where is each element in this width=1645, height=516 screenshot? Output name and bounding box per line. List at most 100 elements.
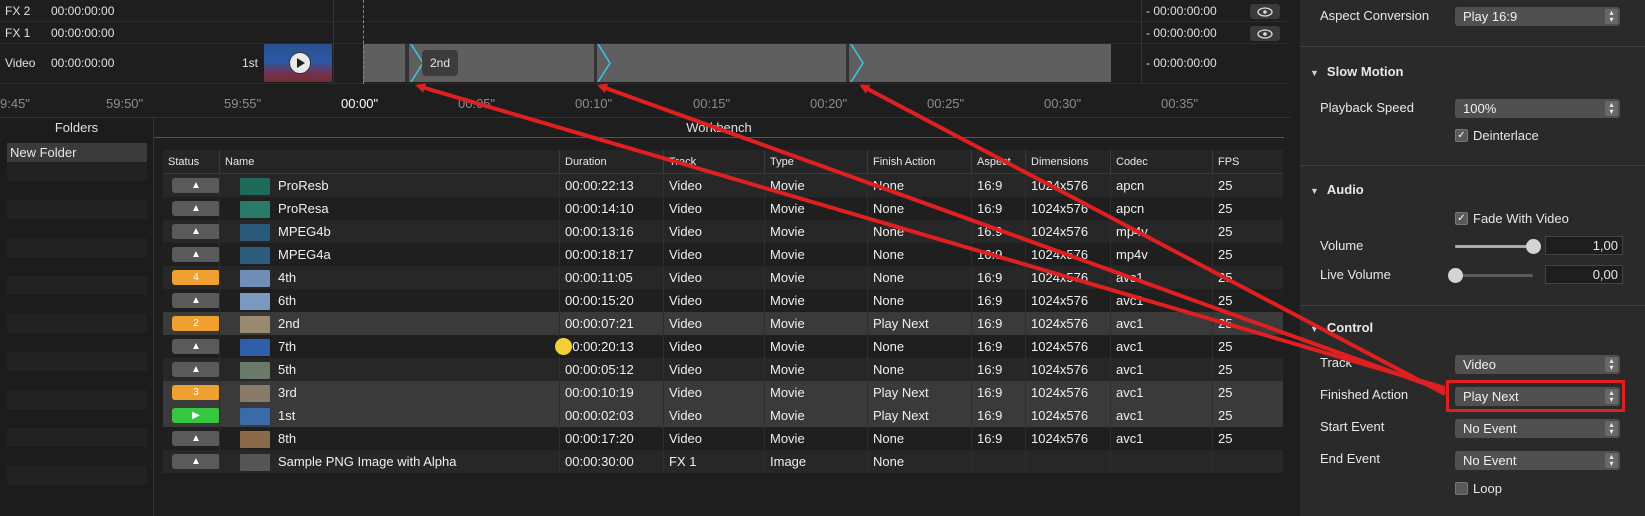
column-header-fps[interactable]: FPS xyxy=(1213,150,1283,173)
eye-icon[interactable] xyxy=(1250,26,1280,41)
status-button[interactable]: 4 xyxy=(172,270,219,285)
volume-slider[interactable] xyxy=(1455,239,1541,254)
volume-slider-knob[interactable] xyxy=(1526,239,1541,254)
start-event-popup[interactable]: No Event ▴ ▾ xyxy=(1455,419,1620,438)
duration-cell: 00:00:30:00 xyxy=(560,450,664,473)
table-row[interactable]: 3 3rd 00:00:10:19 Video Movie Play Next 16:9 10… xyxy=(163,381,1283,404)
folder-empty-row xyxy=(7,371,147,390)
cue-marker-icon[interactable] xyxy=(596,43,612,83)
loop-checkbox[interactable] xyxy=(1455,482,1468,495)
aspect-cell: 16:9 xyxy=(972,289,1026,312)
status-button[interactable]: 3 xyxy=(172,385,219,400)
media-name: 8th xyxy=(278,431,297,446)
disclosure-triangle-icon[interactable]: ▼ xyxy=(1310,186,1319,196)
column-header-track[interactable]: Track xyxy=(664,150,765,173)
type-cell: Movie xyxy=(765,174,868,197)
deinterlace-checkbox[interactable]: ✓ xyxy=(1455,129,1468,142)
name-cell: 5th xyxy=(220,358,560,381)
table-row[interactable]: ▶ 1st 00:00:02:03 Video Movie Play Next 16:9 10… xyxy=(163,404,1283,427)
name-cell: 7th xyxy=(220,335,560,358)
aspect-cell: 16:9 xyxy=(972,335,1026,358)
table-row[interactable]: ▲ 7th 00:00:20:13 Video Movie None 16:9 1024x57… xyxy=(163,335,1283,358)
section-control[interactable]: ▼ Control xyxy=(1310,320,1373,335)
column-header-name[interactable]: Name xyxy=(220,150,560,173)
table-row[interactable]: ▲ MPEG4a 00:00:18:17 Video Movie None 16:9 1024… xyxy=(163,243,1283,266)
status-cell: ▲ xyxy=(163,358,220,381)
codec-cell: avc1 xyxy=(1111,381,1213,404)
column-header-finish-action[interactable]: Finish Action xyxy=(868,150,972,173)
timeline-clip-bar[interactable] xyxy=(363,44,1111,82)
column-header-type[interactable]: Type xyxy=(765,150,868,173)
track-cell: Video xyxy=(664,266,765,289)
ruler-tick-label: 00:35" xyxy=(1161,96,1199,111)
table-row[interactable]: ▲ Sample PNG Image with Alpha 00:00:30:00 F… xyxy=(163,450,1283,473)
fps-cell: 25 xyxy=(1218,316,1233,331)
status-button[interactable]: ▲ xyxy=(172,293,219,308)
column-header-codec[interactable]: Codec xyxy=(1111,150,1213,173)
playback-speed-popup[interactable]: 100% ▴ ▾ xyxy=(1455,99,1620,118)
end-event-popup[interactable]: No Event ▴ ▾ xyxy=(1455,451,1620,470)
track-end-timecode: - 00:00:00:00 xyxy=(1146,26,1217,40)
media-name: Sample PNG Image with Alpha xyxy=(278,454,457,469)
live-volume-field[interactable]: 0,00 xyxy=(1545,265,1623,284)
table-row[interactable]: ▲ ProResb 00:00:22:13 Video Movie None 16:9 102… xyxy=(163,174,1283,197)
media-name: 7th xyxy=(278,339,297,354)
folder-item[interactable]: New Folder xyxy=(7,143,147,162)
folder-empty-row xyxy=(7,276,147,295)
column-header-duration[interactable]: Duration xyxy=(560,150,664,173)
table-row[interactable]: ▲ MPEG4b 00:00:13:16 Video Movie None 16:9 1024… xyxy=(163,220,1283,243)
codec-cell: avc1 xyxy=(1111,335,1213,358)
table-row[interactable]: ▲ 8th 00:00:17:20 Video Movie None 16:9 1024x57… xyxy=(163,427,1283,450)
track-popup[interactable]: Video ▴ ▾ xyxy=(1455,355,1620,374)
status-button[interactable]: ▲ xyxy=(172,339,219,354)
aspect-cell xyxy=(972,450,1026,473)
live-volume-slider-knob[interactable] xyxy=(1448,268,1463,283)
media-thumbnail xyxy=(240,362,270,380)
aspect-cell: 16:9 xyxy=(972,197,1026,220)
status-button[interactable]: ▲ xyxy=(172,201,219,216)
column-header-aspect[interactable]: Aspect xyxy=(972,150,1026,173)
status-button[interactable]: ▲ xyxy=(172,454,219,469)
media-name: 2nd xyxy=(278,316,300,331)
aspect-conversion-popup[interactable]: Play 16:9 ▴ ▾ xyxy=(1455,7,1620,26)
fade-with-video-checkbox[interactable]: ✓ xyxy=(1455,212,1468,225)
fps-cell: 25 xyxy=(1218,247,1233,262)
section-audio[interactable]: ▼ Audio xyxy=(1310,182,1364,197)
section-slow-motion[interactable]: ▼ Slow Motion xyxy=(1310,64,1403,79)
playhead[interactable] xyxy=(363,0,364,84)
status-button[interactable]: ▲ xyxy=(172,224,219,239)
disclosure-triangle-icon[interactable]: ▼ xyxy=(1310,324,1319,334)
media-thumbnail xyxy=(240,385,270,403)
cue-marker-icon[interactable] xyxy=(849,43,865,83)
aspect-cell: 16:9 xyxy=(972,404,1026,427)
timeline-ruler[interactable]: 9:45" 59:50" 59:55" 00:00" 00:05" 00:10"… xyxy=(0,84,1290,118)
play-icon[interactable] xyxy=(289,52,311,74)
live-volume-slider[interactable] xyxy=(1448,268,1533,283)
status-button[interactable]: 2 xyxy=(172,316,219,331)
volume-field[interactable]: 1,00 xyxy=(1545,236,1623,255)
popup-value: Video xyxy=(1463,357,1497,372)
table-row[interactable]: 4 4th 00:00:11:05 Video Movie None 16:9 1024x57… xyxy=(163,266,1283,289)
column-header-status[interactable]: Status xyxy=(163,150,220,173)
eye-icon[interactable] xyxy=(1250,4,1280,19)
track-cell: Video xyxy=(664,174,765,197)
column-header-dimensions[interactable]: Dimensions xyxy=(1026,150,1111,173)
status-button[interactable]: ▲ xyxy=(172,431,219,446)
dim-cell: 1024x576 xyxy=(1026,174,1111,197)
table-row[interactable]: ▲ 6th 00:00:15:20 Video Movie None 16:9 1024x57… xyxy=(163,289,1283,312)
table-row[interactable]: 2 2nd 00:00:07:21 Video Movie Play Next 16:9 10… xyxy=(163,312,1283,335)
table-row[interactable]: ▲ ProResa 00:00:14:10 Video Movie None 16:9 102… xyxy=(163,197,1283,220)
status-button[interactable]: ▶ xyxy=(172,408,219,423)
status-button[interactable]: ▲ xyxy=(172,178,219,193)
name-cell: ProResb xyxy=(220,174,560,197)
media-thumbnail xyxy=(240,431,270,449)
table-row[interactable]: ▲ 5th 00:00:05:12 Video Movie None 16:9 1024x57… xyxy=(163,358,1283,381)
media-name: MPEG4a xyxy=(278,247,331,262)
status-button[interactable]: ▲ xyxy=(172,362,219,377)
media-thumbnail xyxy=(240,293,270,311)
status-button[interactable]: ▲ xyxy=(172,247,219,262)
disclosure-triangle-icon[interactable]: ▼ xyxy=(1310,68,1319,78)
dim-cell: 1024x576 xyxy=(1026,289,1111,312)
track-cell: Video xyxy=(664,312,765,335)
media-thumbnail xyxy=(240,339,270,357)
